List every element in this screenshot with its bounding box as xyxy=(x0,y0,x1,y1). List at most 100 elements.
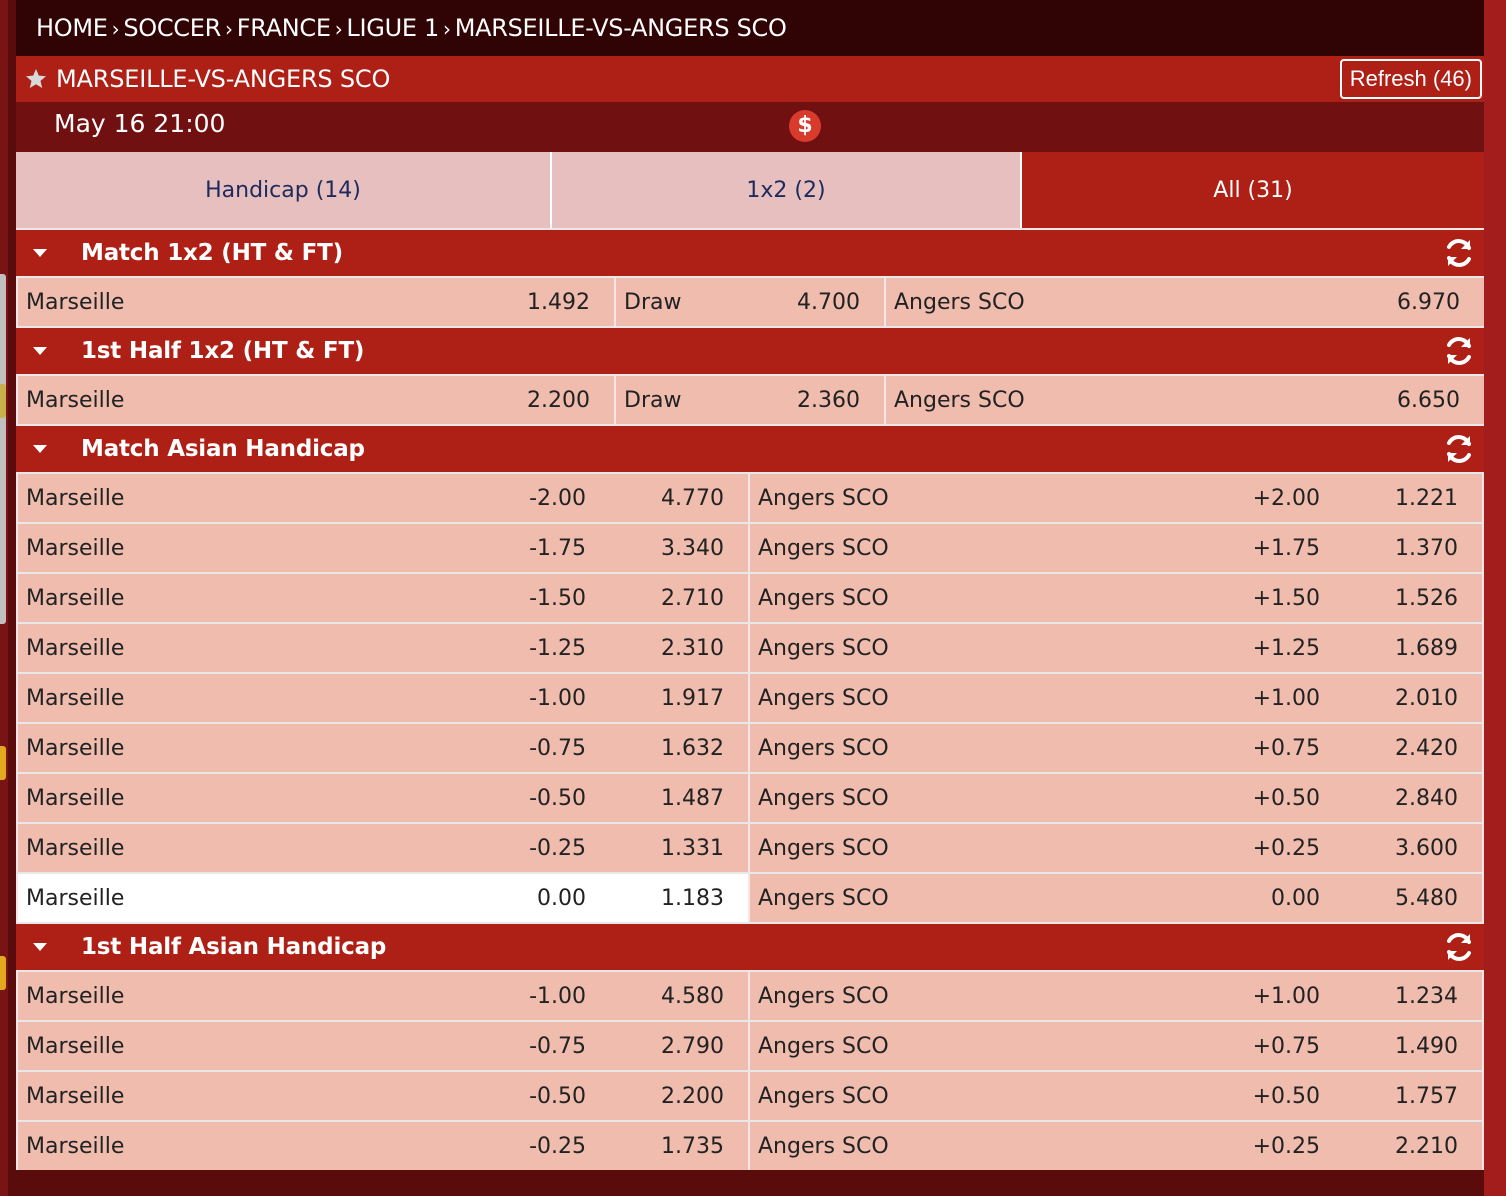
away-handicap-cell[interactable]: Angers SCO +0.75 1.490 xyxy=(750,1022,1482,1070)
refresh-button[interactable]: Refresh (46) xyxy=(1339,59,1482,99)
sync-icon[interactable] xyxy=(1442,432,1476,466)
home-team-label: Marseille xyxy=(26,1133,125,1159)
home-odds: 4.580 xyxy=(661,983,724,1009)
home-handicap-line: -0.50 xyxy=(529,785,586,811)
home-odds: 2.200 xyxy=(527,387,590,413)
away-handicap-line: +0.25 xyxy=(1252,1133,1320,1159)
home-handicap-line: -1.00 xyxy=(529,983,586,1009)
away-handicap-cell[interactable]: Angers SCO 0.00 5.480 xyxy=(750,874,1482,922)
home-handicap-line: -0.50 xyxy=(529,1083,586,1109)
home-handicap-cell[interactable]: Marseille 0.00 1.183 xyxy=(18,874,748,922)
away-handicap-cell[interactable]: Angers SCO +2.00 1.221 xyxy=(750,474,1482,522)
away-handicap-cell[interactable]: Angers SCO +0.50 2.840 xyxy=(750,774,1482,822)
away-odds: 3.600 xyxy=(1395,835,1458,861)
section-header[interactable]: 1st Half Asian Handicap xyxy=(16,922,1484,970)
home-handicap-cell[interactable]: Marseille -0.75 2.790 xyxy=(18,1022,748,1070)
home-team-label: Marseille xyxy=(26,535,125,561)
dollar-icon[interactable]: $ xyxy=(789,110,821,142)
away-handicap-cell[interactable]: Angers SCO +0.25 2.210 xyxy=(750,1122,1482,1170)
home-team-label: Marseille xyxy=(26,983,125,1009)
section-header[interactable]: Match 1x2 (HT & FT) xyxy=(16,228,1484,276)
home-handicap-cell[interactable]: Marseille -2.00 4.770 xyxy=(18,474,748,522)
home-team-label: Marseille xyxy=(26,1083,125,1109)
sync-icon[interactable] xyxy=(1442,930,1476,964)
tab-handicap[interactable]: Handicap (14) xyxy=(16,152,552,228)
caret-down-icon[interactable] xyxy=(32,444,48,454)
home-handicap-cell[interactable]: Marseille -1.25 2.310 xyxy=(18,624,748,672)
away-odds-cell[interactable]: Angers SCO 6.650 xyxy=(886,376,1484,424)
away-handicap-cell[interactable]: Angers SCO +0.50 1.757 xyxy=(750,1072,1482,1120)
home-team-label: Marseille xyxy=(26,785,125,811)
market-sections: Match 1x2 (HT & FT) Marseille 1.492 Draw 4.7… xyxy=(16,228,1484,1170)
home-team-label: Marseille xyxy=(26,485,125,511)
left-marker xyxy=(0,746,6,780)
breadcrumb-soccer[interactable]: SOCCER xyxy=(123,14,221,42)
home-handicap-cell[interactable]: Marseille -0.75 1.632 xyxy=(18,724,748,772)
away-odds: 5.480 xyxy=(1395,885,1458,911)
draw-odds: 4.700 xyxy=(797,289,860,315)
home-team-label: Marseille xyxy=(26,635,125,661)
breadcrumb-france[interactable]: FRANCE xyxy=(237,14,331,42)
section-title: 1st Half Asian Handicap xyxy=(81,934,387,960)
handicap-row: Marseille -0.75 1.632 Angers SCO +0.75 2.420 xyxy=(16,722,1484,772)
event-datetime: May 16 21:00 xyxy=(54,109,226,138)
home-handicap-line: -1.25 xyxy=(529,635,586,661)
tab-1x2[interactable]: 1x2 (2) xyxy=(552,152,1022,228)
away-handicap-line: +0.75 xyxy=(1252,1033,1320,1059)
away-team-label: Angers SCO xyxy=(758,1033,889,1059)
home-handicap-cell[interactable]: Marseille -1.00 1.917 xyxy=(18,674,748,722)
home-handicap-cell[interactable]: Marseille -0.25 1.735 xyxy=(18,1122,748,1170)
sync-icon[interactable] xyxy=(1442,236,1476,270)
away-odds: 1.221 xyxy=(1395,485,1458,511)
away-odds: 2.210 xyxy=(1395,1133,1458,1159)
tab-all[interactable]: All (31) xyxy=(1022,152,1484,228)
home-odds: 1.183 xyxy=(661,885,724,911)
handicap-row: Marseille -2.00 4.770 Angers SCO +2.00 1.221 xyxy=(16,472,1484,522)
section-header[interactable]: 1st Half 1x2 (HT & FT) xyxy=(16,326,1484,374)
home-odds-cell[interactable]: Marseille 1.492 xyxy=(18,278,614,326)
away-handicap-cell[interactable]: Angers SCO +1.25 1.689 xyxy=(750,624,1482,672)
home-team-label: Marseille xyxy=(26,1033,125,1059)
home-handicap-cell[interactable]: Marseille -1.00 4.580 xyxy=(18,972,748,1020)
sync-icon[interactable] xyxy=(1442,334,1476,368)
handicap-row: Marseille -1.50 2.710 Angers SCO +1.50 1.526 xyxy=(16,572,1484,622)
away-odds: 1.757 xyxy=(1395,1083,1458,1109)
away-handicap-cell[interactable]: Angers SCO +0.75 2.420 xyxy=(750,724,1482,772)
away-handicap-cell[interactable]: Angers SCO +1.75 1.370 xyxy=(750,524,1482,572)
left-marker xyxy=(0,384,6,418)
home-team-label: Marseille xyxy=(26,685,125,711)
home-odds: 1.487 xyxy=(661,785,724,811)
away-odds-cell[interactable]: Angers SCO 6.970 xyxy=(886,278,1484,326)
caret-down-icon[interactable] xyxy=(32,346,48,356)
star-icon[interactable] xyxy=(24,67,48,91)
draw-odds-cell[interactable]: Draw 2.360 xyxy=(616,376,884,424)
home-team-label: Marseille xyxy=(26,885,125,911)
away-team-label: Angers SCO xyxy=(758,1083,889,1109)
caret-down-icon[interactable] xyxy=(32,248,48,258)
away-handicap-cell[interactable]: Angers SCO +1.00 1.234 xyxy=(750,972,1482,1020)
away-team-label: Angers SCO xyxy=(758,635,889,661)
breadcrumb-home[interactable]: HOME xyxy=(36,14,108,42)
home-handicap-cell[interactable]: Marseille -1.75 3.340 xyxy=(18,524,748,572)
section-header[interactable]: Match Asian Handicap xyxy=(16,424,1484,472)
caret-down-icon[interactable] xyxy=(32,942,48,952)
home-odds-cell[interactable]: Marseille 2.200 xyxy=(18,376,614,424)
away-handicap-line: +1.00 xyxy=(1252,685,1320,711)
home-handicap-cell[interactable]: Marseille -0.50 2.200 xyxy=(18,1072,748,1120)
home-handicap-line: 0.00 xyxy=(537,885,586,911)
chevron-right-icon: › xyxy=(111,17,120,41)
away-team-label: Angers SCO xyxy=(758,835,889,861)
breadcrumb-league[interactable]: LIGUE 1 xyxy=(346,14,439,42)
handicap-row: Marseille -0.25 1.735 Angers SCO +0.25 2.210 xyxy=(16,1120,1484,1170)
draw-odds-cell[interactable]: Draw 4.700 xyxy=(616,278,884,326)
away-handicap-cell[interactable]: Angers SCO +0.25 3.600 xyxy=(750,824,1482,872)
away-handicap-cell[interactable]: Angers SCO +1.50 1.526 xyxy=(750,574,1482,622)
home-handicap-cell[interactable]: Marseille -0.50 1.487 xyxy=(18,774,748,822)
away-handicap-cell[interactable]: Angers SCO +1.00 2.010 xyxy=(750,674,1482,722)
home-team-label: Marseille xyxy=(26,835,125,861)
home-handicap-cell[interactable]: Marseille -1.50 2.710 xyxy=(18,574,748,622)
home-handicap-line: -1.50 xyxy=(529,585,586,611)
home-handicap-cell[interactable]: Marseille -0.25 1.331 xyxy=(18,824,748,872)
handicap-row: Marseille -1.00 4.580 Angers SCO +1.00 1.234 xyxy=(16,970,1484,1020)
home-handicap-line: -0.75 xyxy=(529,735,586,761)
